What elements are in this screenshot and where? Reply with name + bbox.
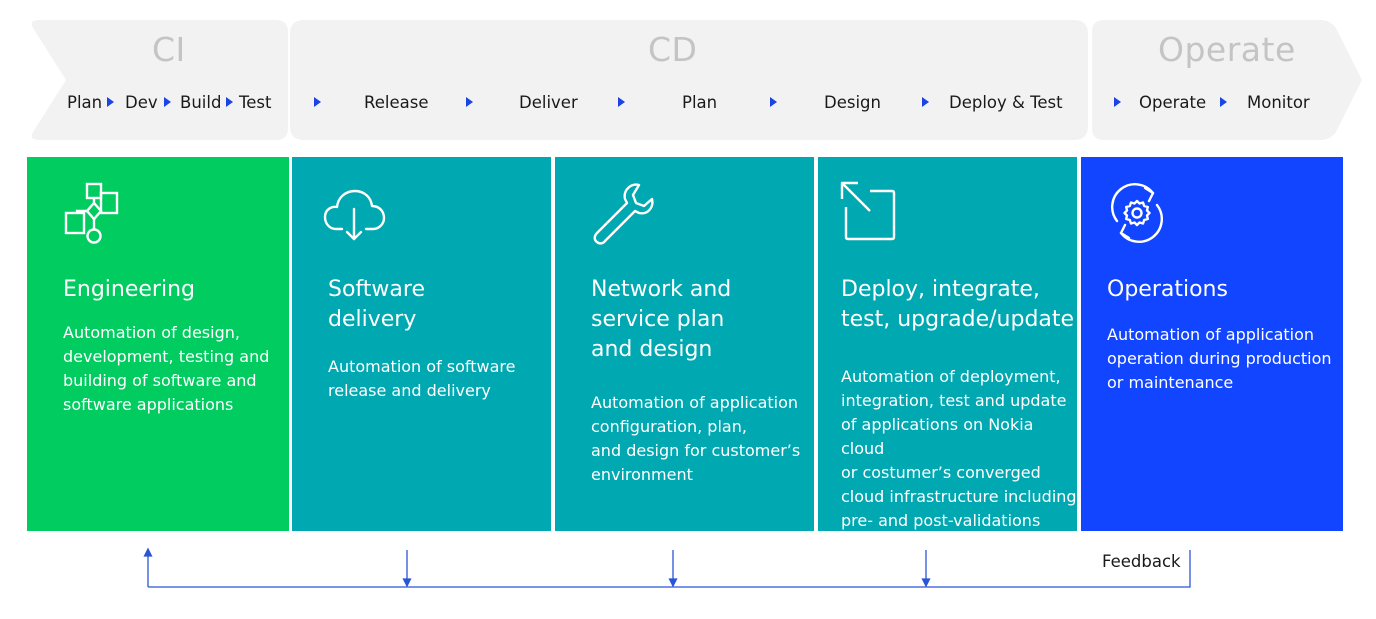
down-arrow-icon [921,578,931,588]
up-arrow-icon [143,547,153,557]
feedback-label: Feedback [1102,552,1181,571]
down-arrow-icon [402,578,412,588]
feedback-loop [143,547,1191,588]
feedback-line [148,550,1191,588]
down-arrow-icon [668,578,678,588]
